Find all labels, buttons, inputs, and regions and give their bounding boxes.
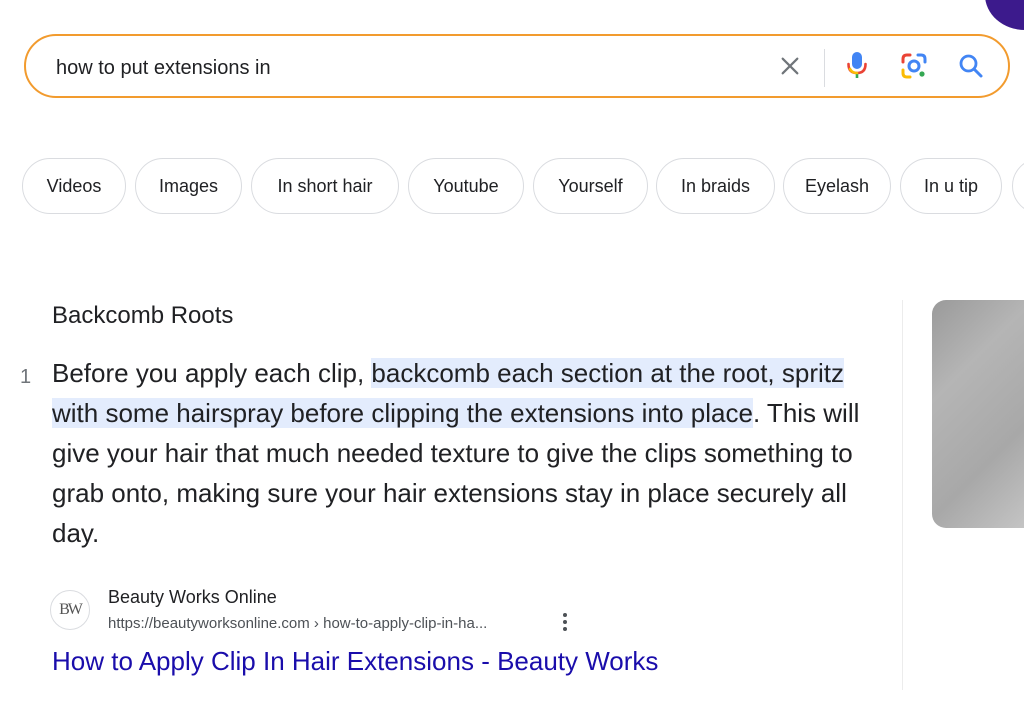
result-options-button[interactable] [554,612,576,637]
chip-in-u-tip[interactable]: In u tip [900,158,1002,214]
searchbox-divider [824,49,825,87]
snippet-thumbnail-image[interactable] [932,300,1024,528]
refinement-chips: Videos Images In short hair Youtube Your… [22,158,1024,214]
voice-search-button[interactable] [841,51,873,86]
featured-snippet-text: Before you apply each clip, backcomb eac… [52,353,872,553]
search-icon [958,53,984,84]
snippet-heading: Backcomb Roots [52,302,234,329]
site-url: https://beautyworksonline.com › how-to-a… [108,615,488,632]
chip-in-braids[interactable]: In braids [656,158,775,214]
more-vert-icon [562,612,568,637]
google-lens-icon [900,52,928,85]
chip-images[interactable]: Images [135,158,242,214]
close-icon [779,55,801,82]
column-divider [902,300,903,690]
account-avatar[interactable] [985,0,1024,30]
search-box [24,34,1010,98]
snippet-rank-number: 1 [20,366,32,388]
chip-videos[interactable]: Videos [22,158,126,214]
snippet-text-before: Before you apply each clip, [52,358,372,388]
chip-in-short-hair[interactable]: In short hair [251,158,399,214]
chip-eyelash[interactable]: Eyelash [783,158,891,214]
search-input[interactable] [56,54,736,82]
mic-icon [846,51,868,86]
chip-yourself[interactable]: Yourself [533,158,648,214]
search-submit-button[interactable] [955,52,987,84]
clear-search-button[interactable] [774,52,806,84]
chip-youtube[interactable]: Youtube [408,158,524,214]
site-name: Beauty Works Online [108,587,277,607]
chip-overflow[interactable] [1012,158,1024,214]
result-source[interactable]: BW Beauty Works Online https://beautywor… [50,585,610,633]
result-title-link[interactable]: How to Apply Clip In Hair Extensions - B… [52,646,658,677]
lens-search-button[interactable] [898,52,930,84]
site-favicon: BW [50,590,90,630]
